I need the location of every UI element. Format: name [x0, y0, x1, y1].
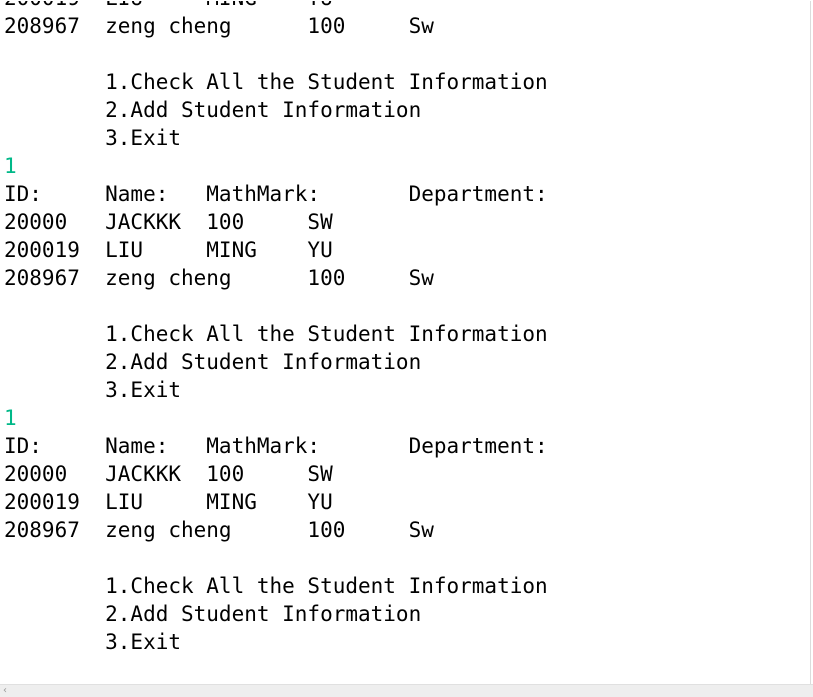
console-output-line: 208967 zeng cheng 100 Sw — [4, 266, 434, 290]
console-input-line: 1 — [4, 154, 17, 178]
chevron-left-icon[interactable]: ‹ — [3, 685, 7, 697]
console-output-line: 200019 LIU MING YU — [4, 238, 333, 262]
console-output-line: 1.Check All the Student Information — [4, 322, 548, 346]
console-output-line: 2.Add Student Information — [4, 350, 422, 374]
console-input-line: 1 — [4, 406, 17, 430]
console-output-line: 2.Add Student Information — [4, 98, 422, 122]
horizontal-scrollbar[interactable]: ‹ — [0, 684, 813, 697]
console-output-line: 3.Exit — [4, 126, 182, 150]
console-output-line: 200019 LIU MING YU — [4, 0, 810, 12]
console-output-line: ID: Name: MathMark: Department: — [4, 182, 548, 206]
console-output-line: 1.Check All the Student Information — [4, 574, 548, 598]
console-output-line: 20000 JACKKK 100 SW — [4, 462, 333, 486]
console-lines: 200019 LIU MING YU 208967 zeng cheng 100 … — [4, 0, 810, 656]
top-edge — [0, 0, 813, 1]
console-output[interactable]: 200019 LIU MING YU 208967 zeng cheng 100 … — [0, 0, 811, 684]
console-output-line: 3.Exit — [4, 630, 182, 654]
console-output-line: 2.Add Student Information — [4, 602, 422, 626]
console-output-line: 1.Check All the Student Information — [4, 70, 548, 94]
console-output-line: ID: Name: MathMark: Department: — [4, 434, 548, 458]
console-output-line: 200019 LIU MING YU — [4, 490, 333, 514]
console-output-line: 208967 zeng cheng 100 Sw — [4, 518, 434, 542]
console-output-line: 20000 JACKKK 100 SW — [4, 210, 333, 234]
console-output-line: 3.Exit — [4, 378, 182, 402]
console-output-line: 208967 zeng cheng 100 Sw — [4, 14, 434, 38]
